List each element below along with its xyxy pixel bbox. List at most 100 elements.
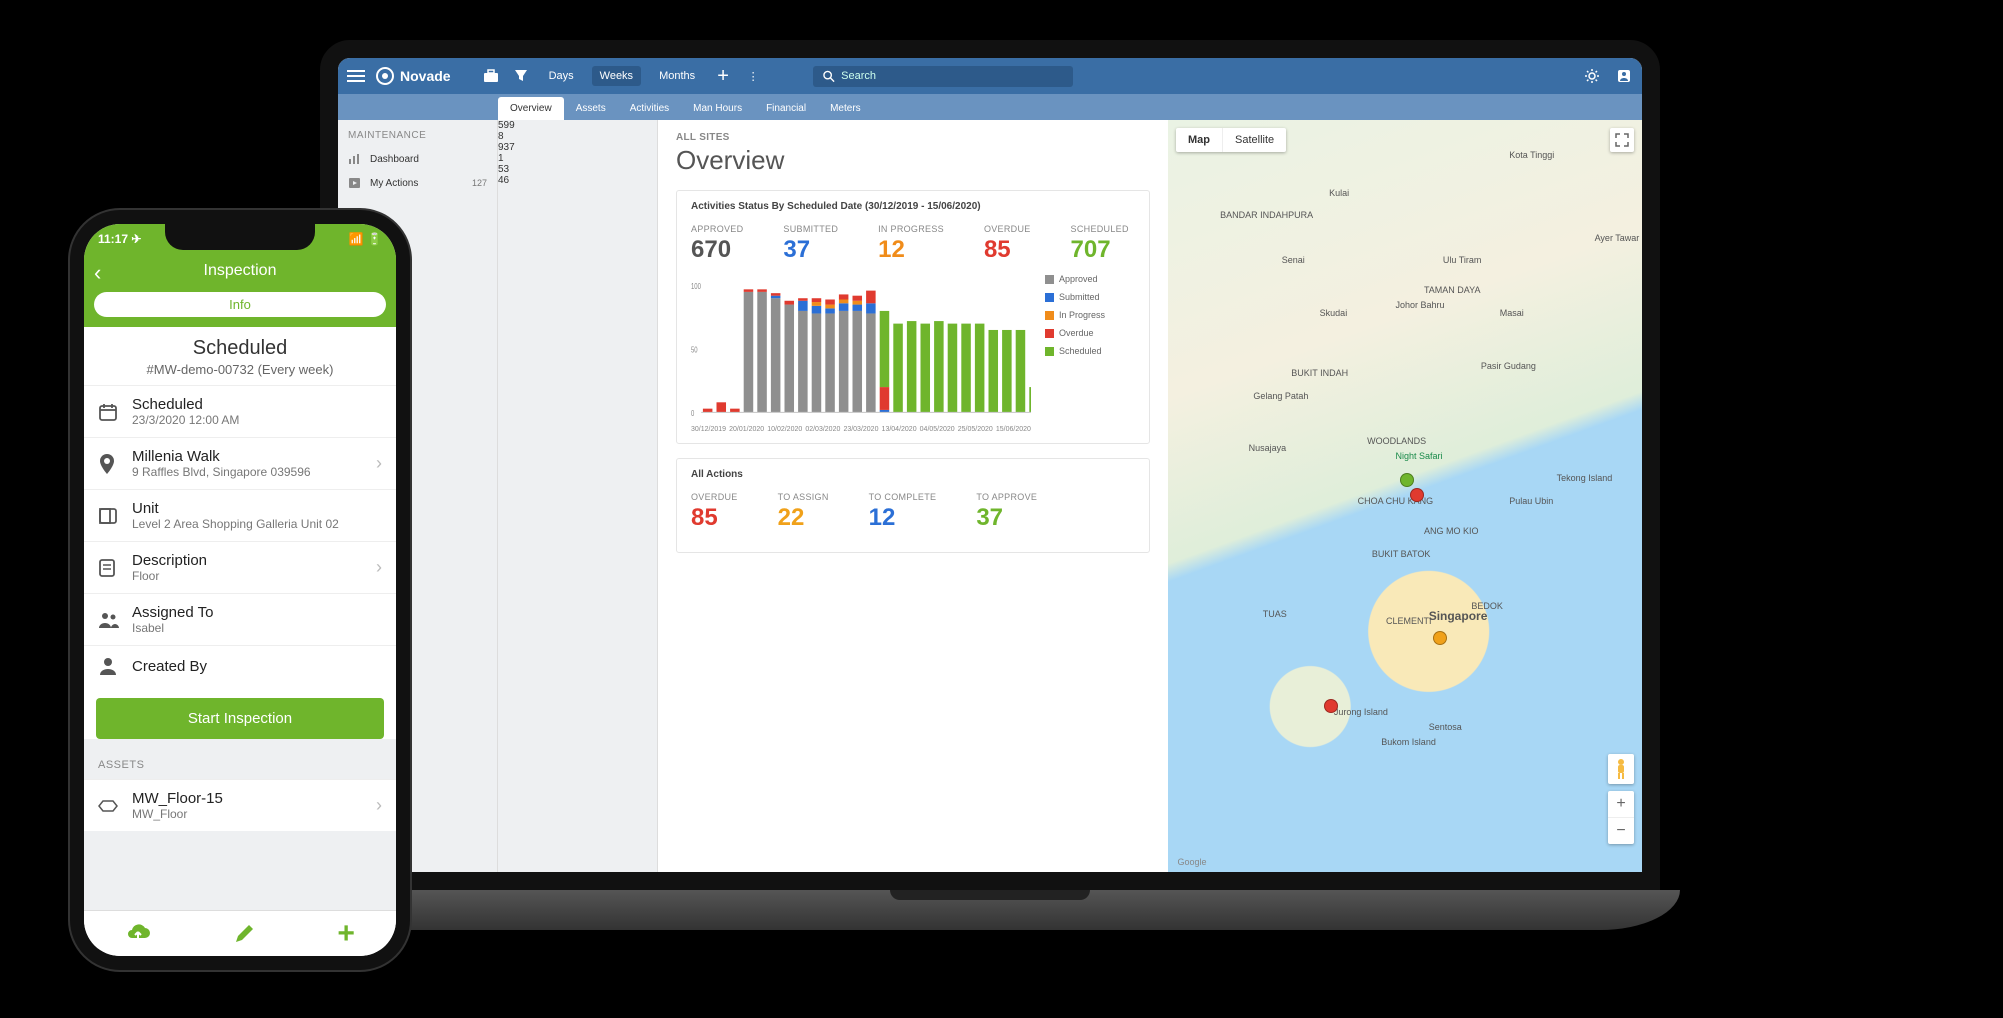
- kpi-label: TO ASSIGN: [778, 492, 829, 502]
- zoom-in-button[interactable]: +: [1608, 791, 1634, 818]
- desktop-app: Novade Days Weeks Months + ⋮: [338, 58, 1642, 872]
- gear-icon[interactable]: [1582, 66, 1602, 86]
- legend-swatch: [1045, 275, 1054, 284]
- kpi-row-1: APPROVED670SUBMITTED37IN PROGRESS12OVERD…: [691, 224, 1135, 264]
- map-type-satellite[interactable]: Satellite: [1223, 128, 1286, 152]
- account-icon[interactable]: [1614, 66, 1634, 86]
- inspection-title-block: Scheduled #MW-demo-00732 (Every week): [84, 327, 396, 385]
- mini-count[interactable]: 1: [498, 153, 657, 164]
- edit-icon[interactable]: [233, 923, 255, 945]
- svg-text:100: 100: [691, 282, 701, 291]
- tab-meters[interactable]: Meters: [818, 97, 873, 120]
- add-icon[interactable]: +: [337, 917, 355, 951]
- map-pin[interactable]: [1400, 473, 1414, 487]
- map-label: Pasir Gudang: [1481, 361, 1536, 371]
- phone-bottom-bar: +: [84, 910, 396, 956]
- filter-icon[interactable]: [511, 66, 531, 86]
- tab-info[interactable]: Info: [94, 292, 386, 317]
- mini-count[interactable]: 8: [498, 131, 657, 142]
- seg-weeks[interactable]: Weeks: [592, 66, 641, 86]
- kpi-to-assign: TO ASSIGN 22: [778, 492, 829, 532]
- fullscreen-icon[interactable]: [1610, 128, 1634, 152]
- row-title: Description: [132, 552, 207, 569]
- map-label: Gelang Patah: [1253, 391, 1308, 401]
- kpi-overdue: OVERDUE85: [984, 224, 1031, 264]
- map-label: Senai: [1282, 255, 1305, 265]
- search-input[interactable]: [841, 70, 1063, 82]
- kpi-label: TO APPROVE: [976, 492, 1037, 502]
- cloud-upload-icon[interactable]: [125, 924, 151, 944]
- map-type-toggle[interactable]: Map Satellite: [1176, 128, 1286, 152]
- map-label: Pulau Ubin: [1509, 496, 1553, 506]
- map-panel: Map Satellite + − SingaporeJohor BahruPa…: [1168, 120, 1642, 872]
- start-inspection-button[interactable]: Start Inspection: [96, 698, 384, 739]
- row-title: Unit: [132, 500, 339, 517]
- legend-item: Overdue: [1045, 328, 1135, 338]
- back-icon[interactable]: ‹: [94, 260, 101, 286]
- sidebar-item-dashboard[interactable]: Dashboard: [338, 147, 497, 171]
- mini-count[interactable]: 599: [498, 120, 657, 131]
- map-canvas[interactable]: Map Satellite + − SingaporeJohor BahruPa…: [1168, 120, 1642, 872]
- xlabel: 13/04/2020: [882, 426, 917, 433]
- detail-row-description[interactable]: DescriptionFloor›: [84, 541, 396, 593]
- more-icon[interactable]: ⋮: [743, 66, 763, 86]
- tab-financial[interactable]: Financial: [754, 97, 818, 120]
- sidebar-item-myactions[interactable]: My Actions 127: [338, 171, 497, 195]
- kpi-label: IN PROGRESS: [878, 224, 944, 234]
- kpi-value: 707: [1071, 236, 1129, 264]
- zoom-out-button[interactable]: −: [1608, 818, 1634, 844]
- person-icon: [98, 656, 120, 676]
- asset-row[interactable]: MW_Floor-15 MW_Floor ›: [84, 779, 396, 831]
- detail-row-millenia-walk[interactable]: Millenia Walk9 Raffles Blvd, Singapore 0…: [84, 437, 396, 489]
- row-subtitle: Isabel: [132, 621, 213, 635]
- briefcase-icon[interactable]: [481, 66, 501, 86]
- tab-manhours[interactable]: Man Hours: [681, 97, 754, 120]
- seg-months[interactable]: Months: [651, 66, 703, 86]
- sidebar-badge: 127: [472, 178, 487, 188]
- map-label: Sentosa: [1429, 722, 1462, 732]
- tab-overview[interactable]: Overview: [498, 97, 564, 120]
- kpi-scheduled: SCHEDULED707: [1071, 224, 1129, 264]
- panel-all-actions: All Actions OVERDUE85TO ASSIGN22TO COMPL…: [676, 458, 1150, 553]
- kpi-value: 22: [778, 504, 829, 532]
- kpi-value: 12: [869, 504, 937, 532]
- legend-label: Scheduled: [1059, 346, 1102, 356]
- unit-icon: [98, 507, 120, 525]
- phone-body[interactable]: Scheduled #MW-demo-00732 (Every week) Sc…: [84, 327, 396, 910]
- seg-days[interactable]: Days: [541, 66, 582, 86]
- panel-title: Activities Status By Scheduled Date (30/…: [691, 201, 1135, 212]
- status-icons: 📶 🔋: [349, 232, 382, 246]
- map-type-map[interactable]: Map: [1176, 128, 1223, 152]
- mini-count[interactable]: 937: [498, 142, 657, 153]
- brand-name: Novade: [400, 68, 451, 84]
- svg-text:50: 50: [691, 346, 698, 355]
- map-label: Night Safari: [1396, 451, 1443, 461]
- menu-icon[interactable]: [346, 66, 366, 86]
- map-label: Bukom Island: [1381, 737, 1436, 747]
- row-subtitle: 9 Raffles Blvd, Singapore 039596: [132, 465, 311, 479]
- kpi-value: 37: [783, 236, 838, 264]
- map-pin[interactable]: [1433, 631, 1447, 645]
- map-label: Johor Bahru: [1396, 300, 1445, 310]
- search-box[interactable]: [813, 66, 1073, 87]
- phone-header-title: Inspection: [204, 262, 277, 279]
- pegman-icon[interactable]: [1608, 754, 1634, 784]
- mini-count[interactable]: 46: [498, 175, 657, 186]
- plus-icon[interactable]: +: [713, 66, 733, 86]
- brand[interactable]: Novade: [376, 67, 451, 85]
- tab-assets[interactable]: Assets: [564, 97, 618, 120]
- tab-activities[interactable]: Activities: [618, 97, 681, 120]
- chevron-right-icon: ›: [376, 557, 382, 578]
- kpi-value: 12: [878, 236, 944, 264]
- xlabel: 25/05/2020: [958, 426, 993, 433]
- mini-count[interactable]: 53: [498, 164, 657, 175]
- legend-label: Overdue: [1059, 328, 1094, 338]
- legend-swatch: [1045, 347, 1054, 356]
- legend-label: Approved: [1059, 274, 1098, 284]
- asset-name: MW_Floor-15: [132, 790, 223, 807]
- map-label: Ulu Tiram: [1443, 255, 1482, 265]
- kpi-overdue: OVERDUE85: [691, 492, 738, 532]
- row-title: Scheduled: [132, 396, 239, 413]
- chart-xlabels: 30/12/201920/01/202010/02/202002/03/2020…: [691, 424, 1031, 433]
- chart-icon: [348, 153, 362, 165]
